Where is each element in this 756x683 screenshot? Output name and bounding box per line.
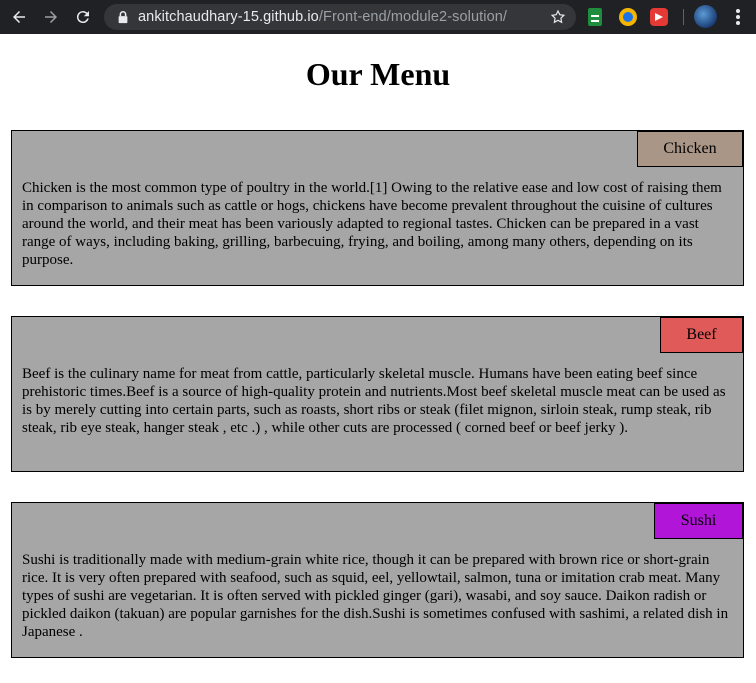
- toolbar-divider: [683, 9, 684, 25]
- arrow-left-icon: [13, 11, 25, 23]
- url-text: ankitchaudhary-15.github.io/Front-end/mo…: [138, 9, 507, 25]
- more-menu-icon[interactable]: [730, 7, 746, 27]
- section-text-chicken: Chicken is the most common type of poult…: [22, 180, 722, 268]
- lock-icon: [116, 10, 130, 24]
- url-path: /Front-end/module2-solution/: [318, 9, 508, 25]
- profile-avatar[interactable]: [694, 5, 717, 28]
- section-text-sushi: Sushi is traditionally made with medium-…: [22, 552, 729, 640]
- video-extension-icon[interactable]: [650, 8, 668, 26]
- reload-button[interactable]: [70, 4, 96, 30]
- back-button[interactable]: [6, 4, 32, 30]
- address-bar[interactable]: ankitchaudhary-15.github.io/Front-end/mo…: [104, 4, 576, 30]
- section-badge-chicken: Chicken: [637, 131, 743, 167]
- arrow-right-icon: [45, 11, 57, 23]
- menu-section-beef: Beef Beef is the culinary name for meat …: [11, 316, 744, 472]
- chrome-extension-icon[interactable]: [619, 8, 637, 26]
- section-badge-beef: Beef: [660, 317, 743, 353]
- section-text-beef: Beef is the culinary name for meat from …: [22, 366, 726, 436]
- sheets-extension-icon[interactable]: [588, 8, 602, 26]
- url-host: ankitchaudhary-15.github.io: [138, 9, 319, 25]
- section-badge-sushi: Sushi: [654, 503, 743, 539]
- bookmark-star-icon[interactable]: [550, 9, 566, 25]
- browser-toolbar: ankitchaudhary-15.github.io/Front-end/mo…: [0, 0, 756, 34]
- page-title: Our Menu: [305, 56, 451, 92]
- menu-section-sushi: Sushi Sushi is traditionally made with m…: [11, 502, 744, 658]
- menu-section-chicken: Chicken Chicken is the most common type …: [11, 130, 744, 286]
- reload-icon: [76, 11, 89, 24]
- forward-button[interactable]: [38, 4, 64, 30]
